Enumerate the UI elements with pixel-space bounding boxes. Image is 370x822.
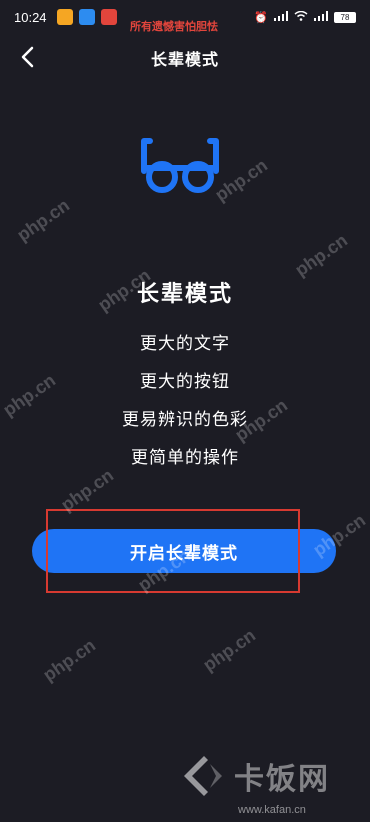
feature-item: 更大的文字 [140, 334, 230, 354]
cellular-icon [314, 10, 328, 24]
watermark: php.cn [13, 194, 74, 246]
status-icons: ⏰ 78 [254, 10, 356, 24]
feature-item: 更易辨识的色彩 [122, 410, 248, 430]
blue-app-icon [78, 9, 95, 25]
watermark: php.cn [199, 624, 260, 676]
wifi-icon [294, 10, 308, 24]
mode-heading: 长辈模式 [136, 282, 233, 307]
red-app-icon [100, 9, 117, 25]
glasses-icon [141, 138, 219, 193]
alarm-icon: ⏰ [254, 11, 268, 24]
brand-name: 卡饭网 [234, 762, 330, 797]
weibo-app-icon [56, 9, 73, 25]
brand-watermark: 卡饭网 [180, 754, 330, 798]
battery-icon: 78 [334, 11, 356, 23]
watermark: php.cn [39, 634, 100, 686]
overlay-caption: 所有遗憾害怕胆怯 [130, 20, 218, 33]
page-title: 长辈模式 [150, 50, 219, 69]
signal-icon [274, 10, 288, 24]
status-time: 10:24 [14, 9, 47, 25]
watermark: php.cn [291, 229, 352, 281]
nav-bar: 长辈模式 [0, 34, 370, 82]
feature-list: 更大的文字 更大的按钮 更易辨识的色彩 更简单的操作 [0, 332, 370, 484]
brand-logo-icon [184, 756, 222, 796]
brand-url: www.kafan.cn [238, 804, 306, 816]
feature-item: 更简单的操作 [131, 448, 239, 468]
watermark: php.cn [211, 154, 272, 206]
